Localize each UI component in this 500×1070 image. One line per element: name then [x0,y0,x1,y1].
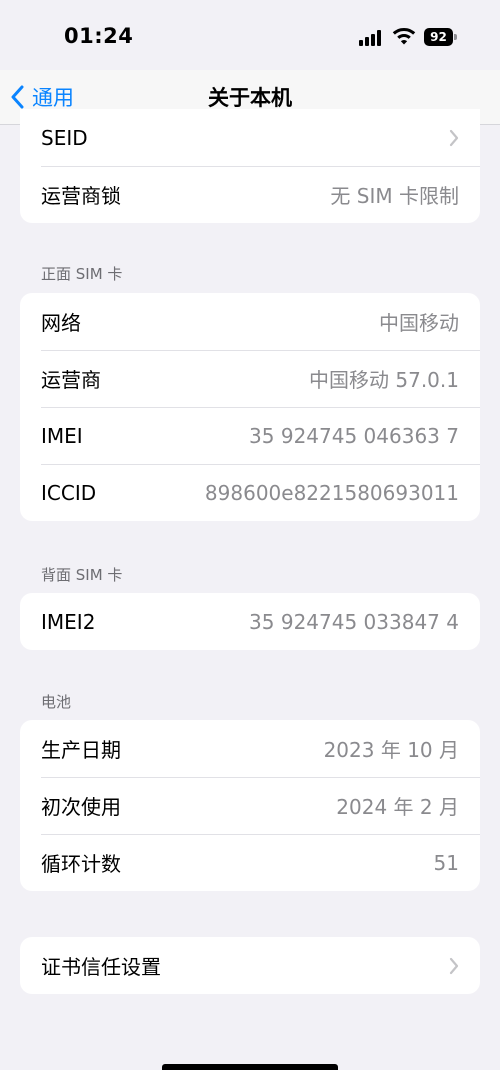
certificate-trust-settings-row[interactable]: 证书信任设置 [20,937,480,994]
seid-label: SEID [41,125,88,150]
first-use-value: 2024 年 2 月 [336,795,459,819]
imei2-label: IMEI2 [41,609,96,634]
carrier-lock-value: 无 SIM 卡限制 [330,184,459,208]
carrier-value: 中国移动 57.0.1 [309,368,459,392]
battery-level: 92 [424,28,453,46]
network-value: 中国移动 [379,311,459,335]
back-sim-header: 背面 SIM 卡 [41,566,123,584]
network-label: 网络 [41,311,81,335]
battery-group: 生产日期 2023 年 10 月 初次使用 2024 年 2 月 循环计数 51 [20,720,480,891]
status-time: 01:24 [64,24,134,48]
carrier-lock-row: 运营商锁 无 SIM 卡限制 [20,166,480,223]
manufacture-date-label: 生产日期 [41,738,121,762]
cycle-count-row: 循环计数 51 [20,834,480,891]
imei-value: 35 924745 046363 7 [249,423,459,448]
imei2-row: IMEI2 35 924745 033847 4 [20,593,480,650]
manufacture-date-row: 生产日期 2023 年 10 月 [20,720,480,777]
network-row: 网络 中国移动 [20,293,480,350]
iccid-row: ICCID 898600e8221580693011 [20,464,480,521]
certificate-group: 证书信任设置 [20,937,480,994]
status-bar: 01:24 92 [0,0,500,70]
first-use-label: 初次使用 [41,795,121,819]
certificate-trust-settings-label: 证书信任设置 [41,955,161,979]
imei2-value: 35 924745 033847 4 [249,609,459,634]
imei-label: IMEI [41,423,83,448]
iccid-label: ICCID [41,480,97,505]
cycle-count-value: 51 [433,850,459,875]
carrier-lock-label: 运营商锁 [41,184,121,208]
page-title: 关于本机 [208,86,292,110]
battery-header: 电池 [41,693,72,711]
carrier-label: 运营商 [41,368,101,392]
battery-icon: 92 [424,28,458,46]
back-sim-group: IMEI2 35 924745 033847 4 [20,593,480,650]
front-sim-header: 正面 SIM 卡 [41,265,123,283]
chevron-right-icon [449,957,459,975]
front-sim-group: 网络 中国移动 运营商 中国移动 57.0.1 IMEI 35 924745 0… [20,293,480,521]
imei-row: IMEI 35 924745 046363 7 [20,407,480,464]
top-group: SEID 运营商锁 无 SIM 卡限制 [20,109,480,223]
cellular-signal-icon [359,30,385,46]
home-indicator[interactable] [162,1064,338,1070]
wifi-icon [392,28,416,45]
manufacture-date-value: 2023 年 10 月 [323,738,459,762]
seid-row[interactable]: SEID [20,109,480,166]
chevron-right-icon [449,129,459,147]
cycle-count-label: 循环计数 [41,852,121,876]
first-use-row: 初次使用 2024 年 2 月 [20,777,480,834]
carrier-row: 运营商 中国移动 57.0.1 [20,350,480,407]
iccid-value: 898600e8221580693011 [204,480,459,505]
